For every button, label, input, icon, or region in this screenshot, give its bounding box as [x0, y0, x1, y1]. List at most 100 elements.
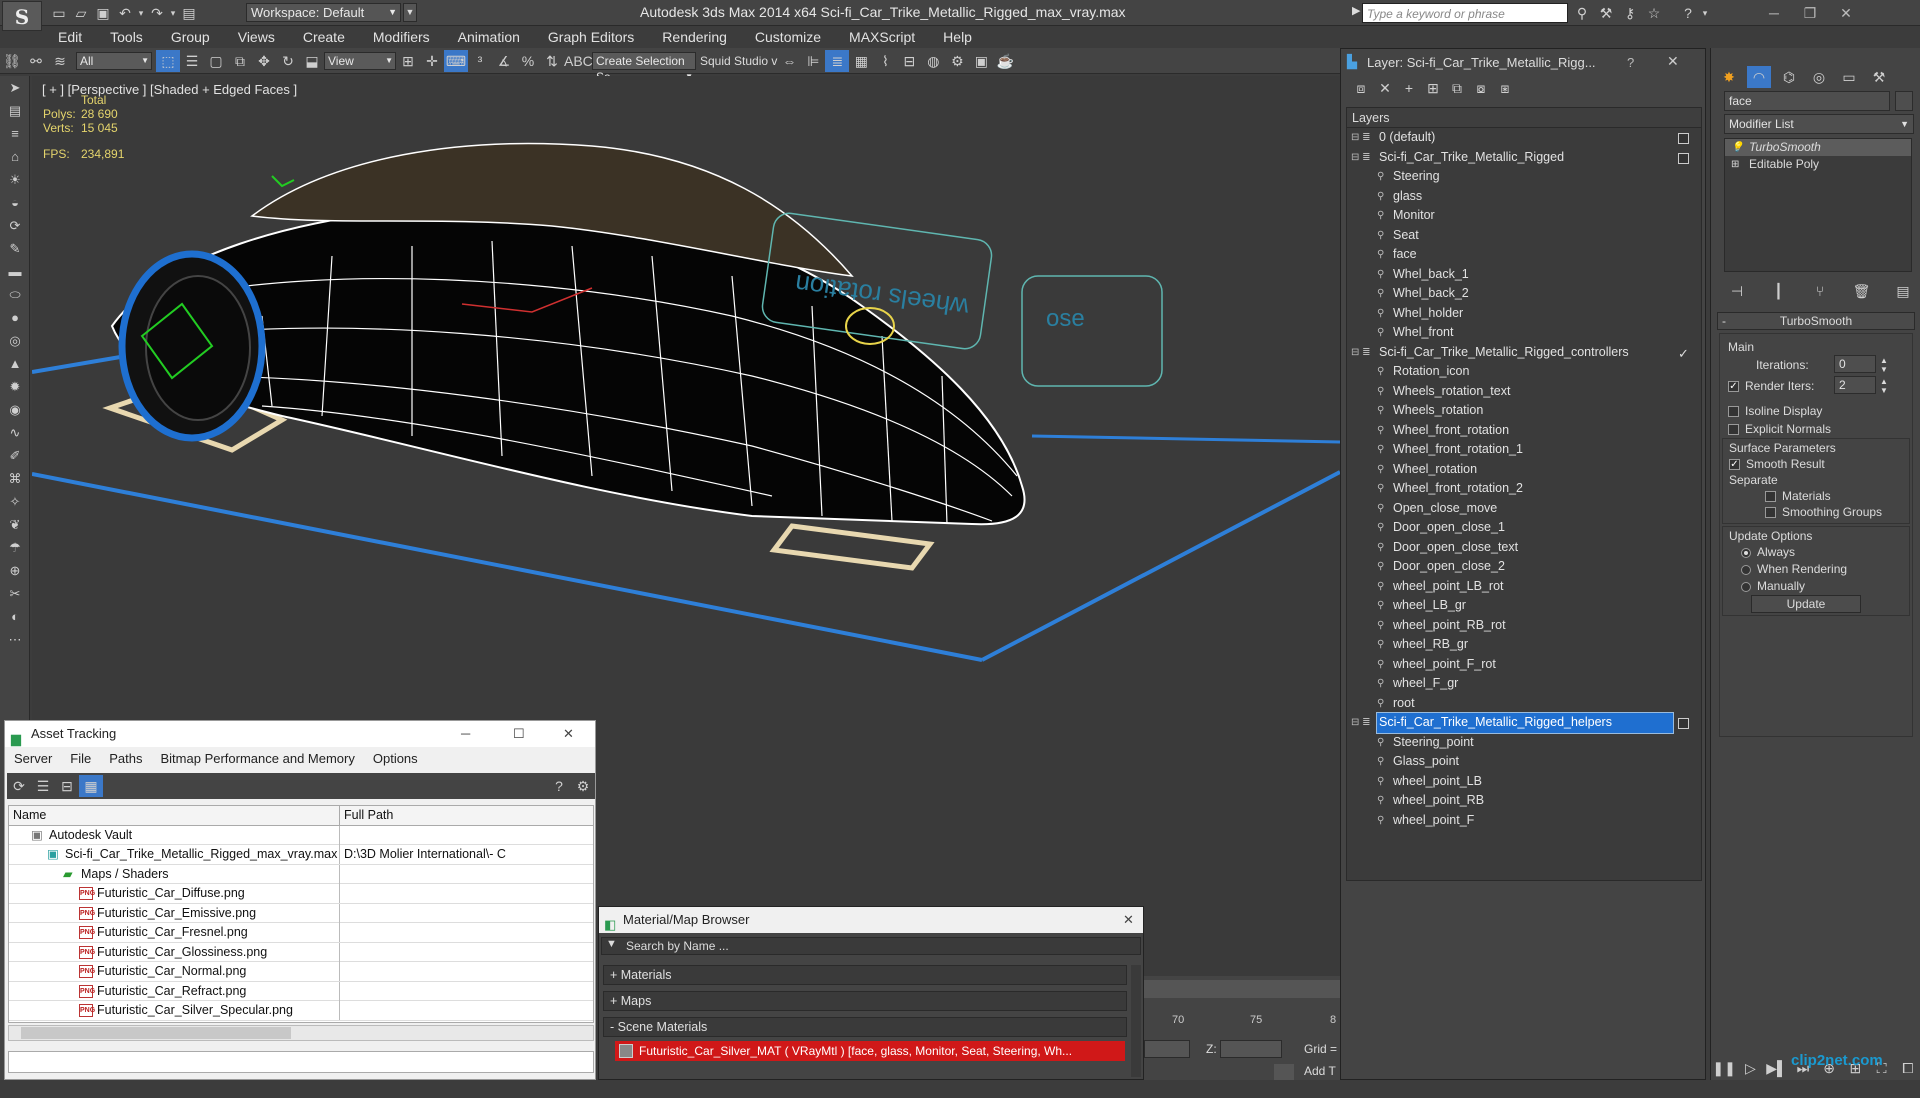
modifier-list-dropdown[interactable]: Modifier List ▼: [1724, 114, 1914, 134]
tools-icon[interactable]: ⚒: [1594, 2, 1618, 24]
minimize-icon[interactable]: ─: [461, 721, 470, 747]
create-layer-icon[interactable]: +: [1397, 77, 1421, 99]
render-setup-icon[interactable]: ⚙: [945, 50, 969, 72]
asset-menu-file[interactable]: File: [61, 749, 100, 769]
layer-object-row[interactable]: ⚲ Steering: [1347, 167, 1701, 187]
scrollbar-thumb[interactable]: [21, 1027, 291, 1039]
stack-item-editable-poly[interactable]: ⊞ Editable Poly: [1725, 156, 1911, 173]
object-name-field[interactable]: face: [1724, 91, 1890, 111]
menu-maxscript[interactable]: MAXScript: [835, 26, 929, 48]
play-icon[interactable]: ▷: [1738, 1057, 1762, 1079]
select-object-icon[interactable]: ⬚: [156, 49, 180, 72]
render-iters-spinner[interactable]: 2: [1834, 376, 1876, 394]
delete-layer-icon[interactable]: ✕: [1373, 77, 1397, 99]
layer-row[interactable]: ⊟ ≣ Sci-fi_Car_Trike_Metallic_Rigged_help…: [1347, 712, 1701, 734]
table-view-icon[interactable]: ▦: [79, 775, 103, 797]
move-icon[interactable]: ✥: [252, 50, 276, 72]
zoom-icon[interactable]: ⊕: [0, 559, 30, 582]
sun-icon[interactable]: ✹: [0, 375, 30, 398]
layer-object-row[interactable]: ⚲ wheel_RB_gr: [1347, 635, 1701, 655]
pin-stack-icon[interactable]: ⊣: [1725, 280, 1749, 302]
leaf-icon[interactable]: ❦: [0, 513, 30, 536]
layer-object-row[interactable]: ⚲ Door_open_close_text: [1347, 538, 1701, 558]
graphite-tools-icon[interactable]: ▦: [849, 50, 873, 72]
layer-object-row[interactable]: ⚲ Rotation_icon: [1347, 362, 1701, 382]
close-icon[interactable]: ✕: [1123, 907, 1134, 933]
new-file-icon[interactable]: ▭: [48, 2, 70, 24]
layer-object-row[interactable]: ⚲ Whel_back_1: [1347, 265, 1701, 285]
refresh-icon[interactable]: ⟳: [7, 775, 31, 797]
scene-material-item[interactable]: Futuristic_Car_Silver_MAT ( VRayMtl ) [f…: [615, 1041, 1125, 1061]
layer-object-row[interactable]: ⚲ wheel_point_LB: [1347, 772, 1701, 792]
shape-icon[interactable]: ◒: [0, 191, 30, 214]
layer-object-row[interactable]: ⚲ wheel_point_F_rot: [1347, 655, 1701, 675]
filter-dropdown-icon[interactable]: ▼: [606, 938, 617, 950]
asset-row[interactable]: PNG Futuristic_Car_Fresnel.png: [9, 923, 593, 943]
spline-icon[interactable]: ∿: [0, 421, 30, 444]
layer-object-row[interactable]: ⚲ wheel_F_gr: [1347, 674, 1701, 694]
workspace-dropdown[interactable]: Workspace: Default ▼: [246, 3, 401, 22]
layer-object-row[interactable]: ⚲ Wheel_front_rotation_2: [1347, 479, 1701, 499]
time-tag-icon[interactable]: [1274, 1064, 1294, 1080]
layer-object-row[interactable]: ⚲ Glass_point: [1347, 752, 1701, 772]
layer-object-row[interactable]: ⚲ glass: [1347, 187, 1701, 207]
mirror-icon[interactable]: ⇔: [777, 50, 801, 72]
helper-icon[interactable]: ✎: [0, 237, 30, 260]
asset-row[interactable]: PNG Futuristic_Car_Silver_Specular.png: [9, 1001, 593, 1021]
layer-object-row[interactable]: ⚲ Wheels_rotation_text: [1347, 382, 1701, 402]
globe-icon[interactable]: ◐: [0, 605, 30, 628]
asset-horizontal-scrollbar[interactable]: [8, 1025, 594, 1041]
spinner-snap-icon[interactable]: ⇅: [540, 50, 564, 72]
menu-create[interactable]: Create: [289, 26, 359, 48]
asset-menu-options[interactable]: Options: [364, 749, 427, 769]
app-menu-button[interactable]: S: [2, 1, 42, 31]
menu-rendering[interactable]: Rendering: [648, 26, 741, 48]
project-folder-icon[interactable]: ▤: [178, 2, 200, 24]
update-when-rendering-radio[interactable]: When Rendering: [1741, 562, 1847, 576]
current-layer-check-icon[interactable]: ✓: [1678, 344, 1689, 364]
smooth-result-checkbox[interactable]: ✓ Smooth Result: [1729, 457, 1825, 471]
utilities-tab-icon[interactable]: ⚒: [1867, 66, 1891, 88]
named-selection-dropdown[interactable]: Create Selection Se▼: [592, 51, 696, 84]
spinner-arrows-icon[interactable]: ▲ ▼: [1880, 377, 1888, 395]
unlink-icon[interactable]: ⚯: [24, 50, 48, 72]
select-manipulate-icon[interactable]: ✛: [420, 50, 444, 72]
close-icon[interactable]: ✕: [1667, 53, 1679, 70]
workspace-expand-icon[interactable]: ▼: [403, 3, 417, 22]
layer-object-row[interactable]: ⚲ root: [1347, 694, 1701, 714]
undo-dropdown-icon[interactable]: ▾: [136, 2, 146, 24]
update-always-radio[interactable]: Always: [1741, 545, 1795, 559]
menu-modifiers[interactable]: Modifiers: [359, 26, 444, 48]
asset-menu-paths[interactable]: Paths: [100, 749, 151, 769]
cylinder-icon[interactable]: ⬭: [0, 283, 30, 306]
list-view-icon[interactable]: ☰: [31, 775, 55, 797]
align-icon[interactable]: ⊫: [801, 50, 825, 72]
menu-animation[interactable]: Animation: [444, 26, 534, 48]
minimize-icon[interactable]: ─: [1756, 2, 1792, 24]
asset-row[interactable]: PNG Futuristic_Car_Diffuse.png: [9, 884, 593, 904]
layer-explorer-help[interactable]: ?: [1627, 55, 1634, 70]
select-layer-icon[interactable]: ⧉: [1445, 77, 1469, 99]
turbosmooth-rollout-header[interactable]: - TurboSmooth: [1717, 312, 1915, 330]
asset-row[interactable]: PNG Futuristic_Car_Emissive.png: [9, 903, 593, 923]
materials-group[interactable]: + Materials: [603, 965, 1127, 985]
menu-help[interactable]: Help: [929, 26, 986, 48]
stack-item-turbosmooth[interactable]: 💡 TurboSmooth: [1725, 139, 1911, 156]
layer-object-row[interactable]: ⚲ wheel_point_F: [1347, 811, 1701, 831]
redo-icon[interactable]: ↷: [146, 2, 168, 24]
redo-dropdown-icon[interactable]: ▾: [168, 2, 178, 24]
cone-icon[interactable]: ▲: [0, 352, 30, 375]
separate-smoothing-checkbox[interactable]: Smoothing Groups: [1765, 505, 1882, 519]
modify-tab-icon[interactable]: ◠: [1747, 66, 1771, 88]
layer-object-row[interactable]: ⚲ Steering_point: [1347, 733, 1701, 753]
menu-edit[interactable]: Edit: [44, 26, 96, 48]
asset-row[interactable]: PNG Futuristic_Car_Glossiness.png: [9, 942, 593, 962]
asset-settings-icon[interactable]: ⚙: [571, 775, 595, 797]
hierarchy-tab-icon[interactable]: ⌬: [1777, 66, 1801, 88]
pivot-center-icon[interactable]: ⊞: [396, 50, 420, 72]
list-icon[interactable]: ≡: [0, 122, 30, 145]
playback-icon[interactable]: ❚❚: [1712, 1057, 1736, 1079]
layer-object-row[interactable]: ⚲ Seat: [1347, 226, 1701, 246]
save-icon[interactable]: ▣: [92, 2, 114, 24]
current-layer-toggle[interactable]: [1678, 133, 1689, 144]
